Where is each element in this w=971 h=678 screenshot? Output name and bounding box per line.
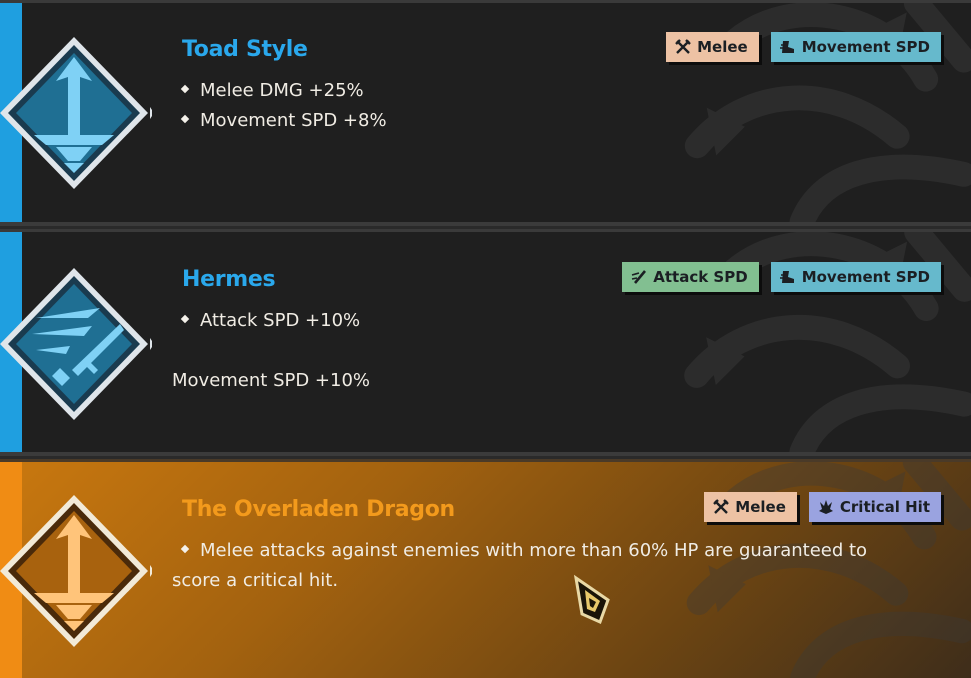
crossed-swords-icon <box>675 39 691 54</box>
tag-movement-spd: Movement SPD <box>770 262 941 292</box>
perk-bullet: Melee DMG +25% <box>180 76 364 106</box>
sword-down-icon <box>0 495 152 647</box>
boot-icon <box>779 271 794 283</box>
bullet-diamond-icon <box>180 114 190 124</box>
bullet-diamond-icon <box>180 544 190 554</box>
perk-bullet: Movement SPD +8% <box>180 106 387 136</box>
tag-critical-hit: Critical Hit <box>808 492 941 522</box>
tag-melee: Melee <box>704 492 797 522</box>
perk-extra-line: Movement SPD +10% <box>172 370 371 391</box>
swift-sword-icon <box>0 268 152 420</box>
perk-title: Hermes <box>182 267 276 292</box>
perk-title: The Overladen Dragon <box>182 497 455 522</box>
claw-icon <box>818 500 833 514</box>
bullet-diamond-icon <box>180 84 190 94</box>
perk-tags: Melee Critical Hit <box>704 492 941 522</box>
perk-title: Toad Style <box>182 37 308 62</box>
tag-movement-spd: Movement SPD <box>770 32 941 62</box>
perk-tags: Melee Movement SPD <box>666 32 941 62</box>
bullet-diamond-icon <box>180 314 190 324</box>
boot-icon <box>779 41 794 53</box>
tag-melee: Melee <box>666 32 759 62</box>
perk-card-hermes[interactable]: Hermes Attack SPD +10% Movement SPD +10%… <box>0 229 971 456</box>
crossed-swords-icon <box>713 499 730 514</box>
perk-tags: Attack SPD Movement SPD <box>622 262 941 292</box>
tag-attack-spd: Attack SPD <box>622 262 759 292</box>
mouse-cursor-icon <box>573 574 610 625</box>
speed-slash-icon <box>632 270 647 284</box>
perk-bullet: Attack SPD +10% <box>180 306 360 336</box>
perk-card-toad-style[interactable]: Toad Style Melee DMG +25% Movement SPD +… <box>0 0 971 226</box>
sword-down-icon <box>0 37 152 189</box>
perk-card-overladen-dragon[interactable]: The Overladen Dragon Melee attacks again… <box>0 459 971 678</box>
perk-bullet: Melee attacks against enemies with more … <box>172 540 868 591</box>
